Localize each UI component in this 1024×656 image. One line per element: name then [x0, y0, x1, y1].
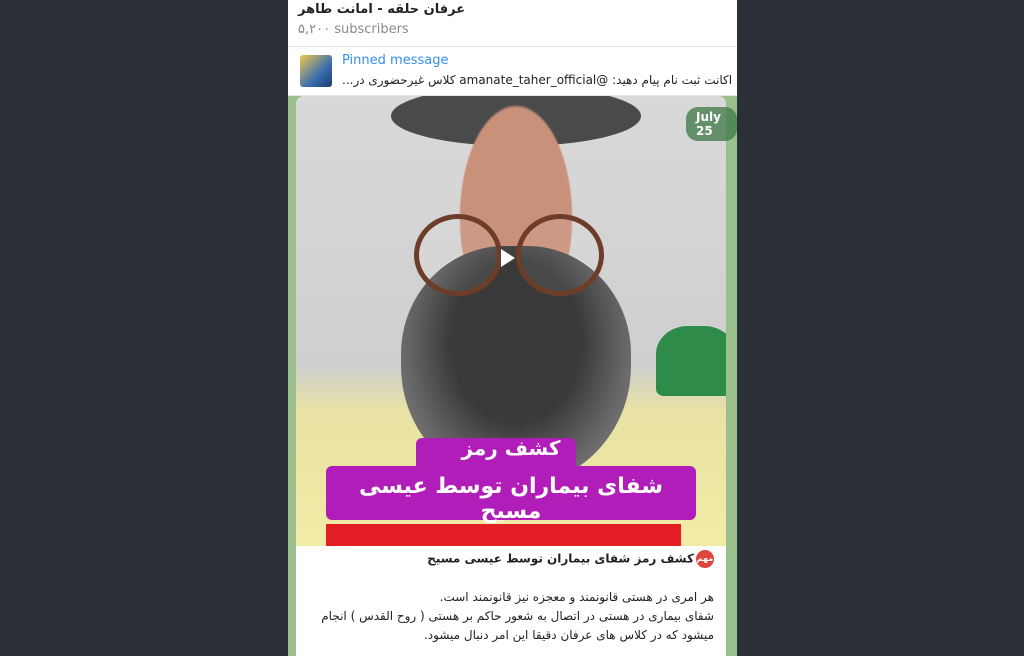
video-frame-glasses-right [516, 214, 604, 296]
pinned-text: اکانت ثبت نام پیام دهید: @amanate_taher_… [342, 73, 733, 87]
video-red-bar [326, 524, 681, 546]
post-caption: مهمکشف رمز شفای بیماران توسط عیسی مسیح ه… [296, 546, 726, 656]
caption-line: میشود که در کلاس های عرفان دقیقا این امر… [423, 628, 714, 642]
video-frame-glasses-left [414, 214, 502, 296]
video-banner: کشف رمز شفای بیماران توسط عیسی مسیح [326, 436, 696, 524]
channel-header[interactable]: عرفان حلقه - امانت طاهر ۵,۲۰۰ subscriber… [288, 0, 737, 47]
important-badge-icon: مهم [696, 550, 714, 568]
pinned-label: Pinned message [342, 53, 449, 68]
subscriber-count: ۵,۲۰۰ subscribers [298, 22, 409, 37]
telegram-channel-window: عرفان حلقه - امانت طاهر ۵,۲۰۰ subscriber… [288, 0, 737, 656]
caption-line: شفای بیماری در هستی در اتصال به شعور حاک… [321, 609, 714, 623]
play-icon[interactable] [501, 249, 515, 267]
date-badge: July 25 [686, 107, 737, 141]
caption-title: مهمکشف رمز شفای بیماران توسط عیسی مسیح [427, 550, 714, 568]
pinned-thumbnail [300, 55, 332, 87]
video-preview[interactable]: کشف رمز شفای بیماران توسط عیسی مسیح [296, 96, 726, 546]
caption-line: هر امری در هستی قانونمند و معجزه نیز قان… [439, 590, 714, 604]
video-frame-plant [656, 326, 726, 396]
caption-title-text: کشف رمز شفای بیماران توسط عیسی مسیح [427, 551, 694, 566]
video-banner-line2: شفای بیماران توسط عیسی مسیح [358, 474, 663, 524]
channel-post: کشف رمز شفای بیماران توسط عیسی مسیح مهمک… [296, 96, 726, 656]
caption-body: هر امری در هستی قانونمند و معجزه نیز قان… [304, 588, 714, 645]
channel-title[interactable]: عرفان حلقه - امانت طاهر [298, 2, 465, 17]
video-banner-line1: کشف رمز [461, 436, 561, 460]
pinned-message-bar[interactable]: Pinned message اکانت ثبت نام پیام دهید: … [288, 47, 737, 96]
